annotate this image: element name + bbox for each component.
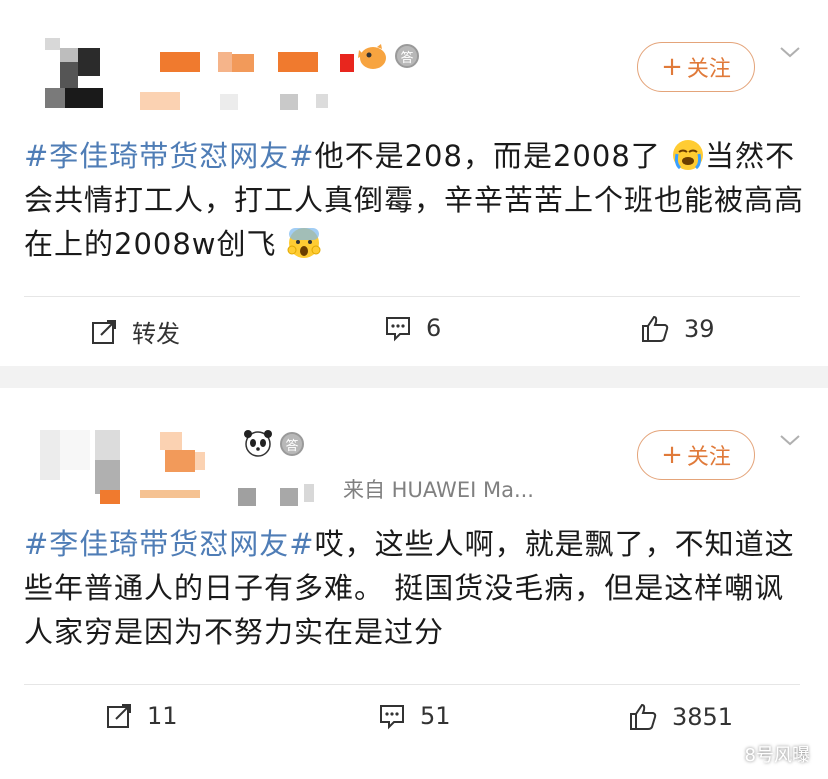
action-bar: 转发 6 39 [0,300,828,360]
username[interactable] [160,52,360,76]
plus-icon: + [661,440,683,470]
thumbs-up-icon [642,315,669,342]
user-meta [238,484,318,508]
fish-icon [358,44,386,69]
avatar[interactable] [40,430,120,504]
chevron-down-icon[interactable] [778,40,802,64]
panda-icon [244,430,272,457]
comment-icon [386,317,410,342]
user-meta [140,92,340,116]
plus-icon: + [661,52,683,82]
post-source: 来自 HUAWEI Ma... [343,478,534,502]
topic-link[interactable]: #李佳琦带货怼网友# [24,527,315,561]
comment-icon [380,705,404,730]
comment-button[interactable]: 51 [378,702,451,730]
topic-link[interactable]: #李佳琦带货怼网友# [24,139,315,173]
avatar[interactable] [45,38,103,108]
action-bar: 11 51 3851 [0,688,828,748]
repost-icon [92,319,116,344]
post-card-1: 答 + 关注 #李佳琦带货怼网友#他不是208，而是2008了 当然不会共情打工… [0,0,828,366]
post-text: #李佳琦带货怼网友#哎，这些人啊，就是飘了，不知道这些年普通人的日子有多难。 挺… [24,527,795,649]
follow-button[interactable]: + 关注 [637,42,755,92]
repost-button[interactable]: 转发 [90,314,180,349]
post-text: #李佳琦带货怼网友#他不是208，而是2008了 当然不会共情打工人，打工人真倒… [24,139,805,261]
repost-button[interactable]: 11 [105,702,178,730]
verification-badge-icon: 答 [395,44,419,68]
follow-button[interactable]: + 关注 [637,430,755,480]
repost-icon [107,704,131,728]
comment-button[interactable]: 6 [384,314,441,342]
verification-badge-icon: 答 [280,432,304,456]
divider [24,296,800,297]
thumbs-up-icon [630,703,657,730]
watermark: 8号风曝 [712,741,810,767]
like-button[interactable]: 39 [640,314,715,344]
like-button[interactable]: 3851 [628,702,733,732]
wechat-icon [712,744,739,764]
chevron-down-icon[interactable] [778,428,802,452]
screaming-face-icon [287,228,321,258]
post-card-2: 答 来自 HUAWEI Ma... + 关注 #李佳琦带货怼网友#哎，这些人啊，… [0,388,828,779]
crying-face-icon [672,140,703,170]
divider [24,684,800,685]
